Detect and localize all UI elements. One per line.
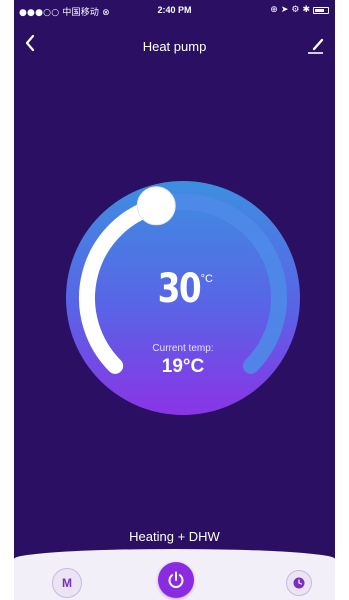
alarm-icon: ⚙ xyxy=(291,5,300,15)
edit-pen-icon xyxy=(308,38,324,54)
thermostat-dial[interactable]: 30°C Current temp: 19°C xyxy=(65,180,301,416)
nav-bar: Heat pump xyxy=(14,32,335,60)
dial-knob[interactable] xyxy=(136,186,176,226)
page-title: Heat pump xyxy=(142,39,207,54)
navigation-arrow-icon: ➤ xyxy=(280,5,289,15)
mode-button-label: M xyxy=(62,576,72,590)
setpoint-value: 30 xyxy=(157,266,202,312)
bottom-control-bar: M xyxy=(14,549,335,600)
edit-button[interactable] xyxy=(307,37,325,55)
current-temp-value: 19°C xyxy=(161,356,205,377)
status-bar: ●●●○○ 中国移动 ⊗ 2:40 PM ⊕ ➤ ⚙ ✱ xyxy=(14,0,335,20)
location-icon: ⊕ xyxy=(270,5,278,15)
mode-button[interactable]: M xyxy=(52,568,82,598)
setpoint-display: 30°C xyxy=(65,269,301,309)
mode-label: Heating + DHW xyxy=(129,529,220,544)
current-temp-label: Current temp: xyxy=(152,343,214,354)
setpoint-unit: °C xyxy=(200,273,213,285)
clock-icon xyxy=(293,577,305,589)
power-icon xyxy=(168,571,184,588)
power-button[interactable] xyxy=(158,562,194,598)
status-icons: ⊕ ➤ ⚙ ✱ xyxy=(270,5,329,15)
battery-icon xyxy=(313,6,329,14)
app-screen: ●●●○○ 中国移动 ⊗ 2:40 PM ⊕ ➤ ⚙ ✱ Heat pump 3… xyxy=(14,0,335,600)
bluetooth-icon: ✱ xyxy=(302,5,310,15)
timer-button[interactable] xyxy=(286,570,312,596)
